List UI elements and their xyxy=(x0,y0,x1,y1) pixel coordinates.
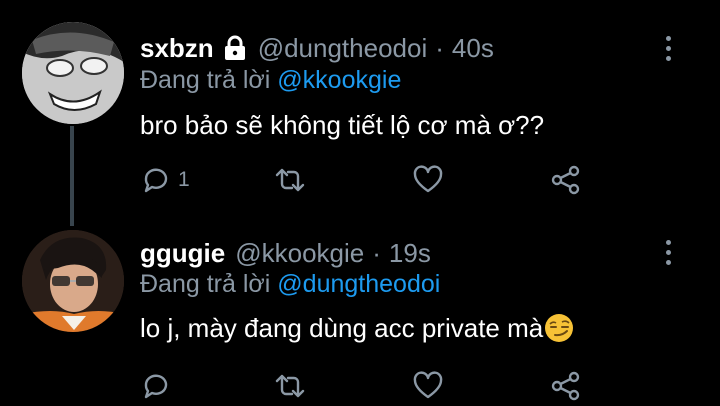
share-icon xyxy=(551,165,580,195)
display-name[interactable]: sxbzn xyxy=(140,33,214,64)
tweet-2[interactable]: ggugie @kkookgie · 19s Đang trả lời @dun… xyxy=(0,220,720,406)
handle[interactable]: @dungtheodoi xyxy=(258,33,428,64)
tweet-text: bro bảo sẽ không tiết lộ cơ mà ơ?? xyxy=(140,110,544,141)
tweet-text-content: lo j, mày đang dùng acc private mà xyxy=(140,313,544,343)
reply-icon xyxy=(144,374,168,399)
reply-context: Đang trả lời @kkookgie xyxy=(140,66,401,95)
more-vertical-icon[interactable] xyxy=(666,36,672,62)
smirking-face-emoji xyxy=(544,313,574,343)
like-button[interactable] xyxy=(412,370,444,402)
reply-icon xyxy=(144,168,168,193)
lock-icon xyxy=(222,35,248,61)
share-icon xyxy=(551,371,580,401)
more-vertical-icon[interactable] xyxy=(666,240,672,266)
retweet-button[interactable] xyxy=(274,164,306,196)
timestamp[interactable]: 19s xyxy=(389,238,431,269)
reply-prefix: Đang trả lời xyxy=(140,270,271,298)
retweet-button[interactable] xyxy=(274,370,306,402)
reply-button[interactable]: 1 xyxy=(140,164,190,196)
avatar[interactable] xyxy=(22,230,124,332)
avatar-image xyxy=(22,230,124,332)
display-name[interactable]: ggugie xyxy=(140,238,225,269)
reply-mention-link[interactable]: @kkookgie xyxy=(277,66,401,94)
like-button[interactable] xyxy=(412,164,444,196)
retweet-icon xyxy=(275,374,305,398)
heart-icon xyxy=(413,165,443,193)
share-button[interactable] xyxy=(550,164,582,196)
handle[interactable]: @kkookgie xyxy=(235,238,364,269)
reply-prefix: Đang trả lời xyxy=(140,66,271,94)
reply-mention-link[interactable]: @dungtheodoi xyxy=(277,270,440,298)
tweet-text-content: bro bảo sẽ không tiết lộ cơ mà ơ?? xyxy=(140,110,545,140)
tweet-text: lo j, mày đang dùng acc private mà xyxy=(140,313,574,344)
avatar[interactable] xyxy=(22,22,124,124)
tweet-header: sxbzn @dungtheodoi · 40s xyxy=(140,31,494,65)
separator-dot: · xyxy=(372,237,381,268)
tweet-actions xyxy=(140,370,590,406)
thread-line xyxy=(70,126,74,226)
avatar-image xyxy=(22,22,124,124)
reply-count: 1 xyxy=(178,168,190,191)
tweet-header: ggugie @kkookgie · 19s xyxy=(140,236,431,270)
heart-icon xyxy=(413,371,443,399)
reply-context: Đang trả lời @dungtheodoi xyxy=(140,270,440,299)
reply-button[interactable] xyxy=(140,370,178,402)
separator-dot: · xyxy=(435,32,444,63)
retweet-icon xyxy=(275,168,305,192)
timestamp[interactable]: 40s xyxy=(452,33,494,64)
share-button[interactable] xyxy=(550,370,582,402)
tweet-1[interactable]: sxbzn @dungtheodoi · 40s Đang trả lời @k… xyxy=(0,0,720,226)
tweet-actions: 1 xyxy=(140,164,590,200)
